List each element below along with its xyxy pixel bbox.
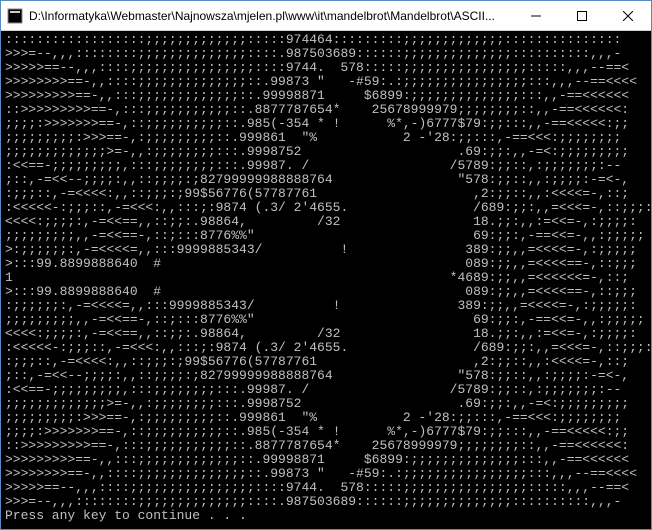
app-icon xyxy=(7,8,23,24)
close-button[interactable] xyxy=(605,1,651,30)
titlebar[interactable]: D:\Informatyka\Webmaster\Najnowsza\mjele… xyxy=(1,1,651,31)
window-controls xyxy=(513,1,651,30)
minimize-button[interactable] xyxy=(513,1,559,30)
window-title: D:\Informatyka\Webmaster\Najnowsza\mjele… xyxy=(29,9,513,23)
application-window: D:\Informatyka\Webmaster\Najnowsza\mjele… xyxy=(0,0,652,530)
maximize-button[interactable] xyxy=(559,1,605,30)
console-output[interactable]: ::::::::::::::::::;;;;;;;;;;;;;:::::9744… xyxy=(1,31,651,529)
